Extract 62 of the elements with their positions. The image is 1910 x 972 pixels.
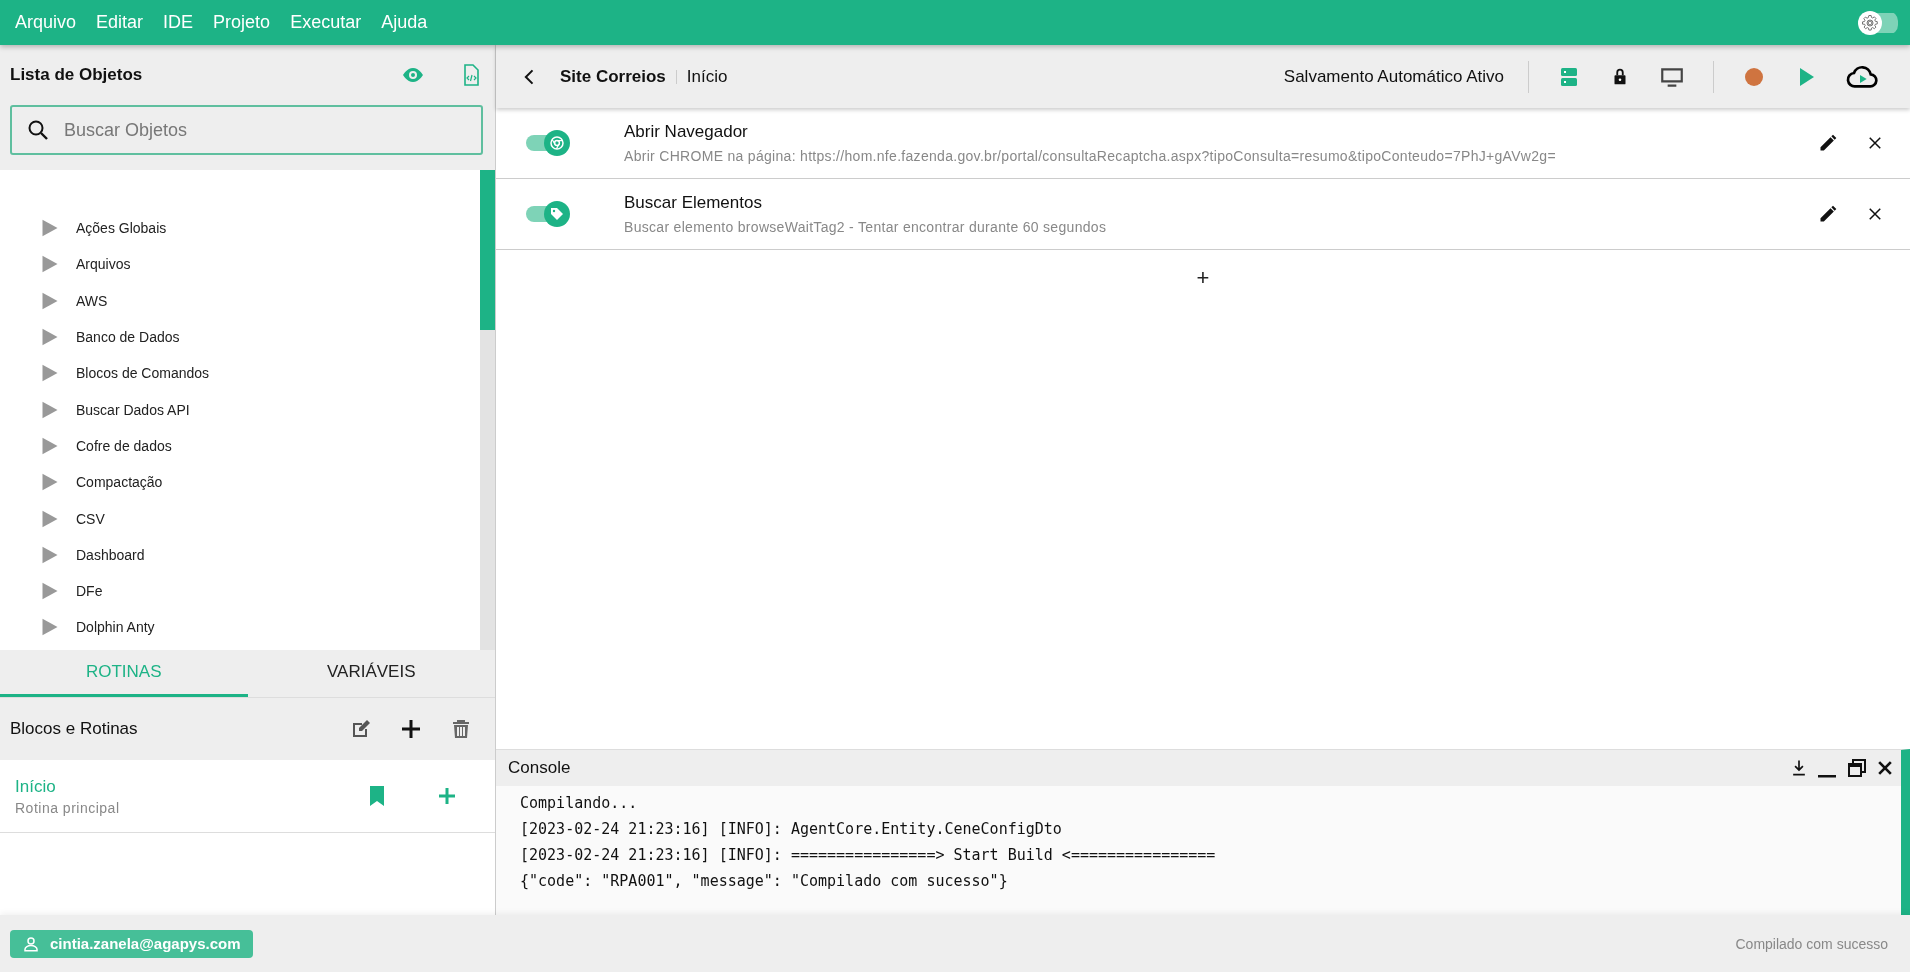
close-icon: [1866, 134, 1884, 152]
expand-triangle-icon[interactable]: [40, 435, 60, 456]
tree-item[interactable]: DFe: [76, 583, 103, 600]
close-button[interactable]: [1866, 205, 1884, 223]
step-description: Abrir CHROME na página: https://hom.nfe.fazenda.gov.br/portal/consultaRecaptcha.aspx?tipoConsulta=resumo&tipoConteudo=7PhJ+gAVw2g=: [624, 148, 1557, 164]
section-title: Blocos e Rotinas: [10, 719, 139, 739]
tag-icon: [549, 206, 565, 222]
add-step-button[interactable]: +: [1190, 264, 1216, 292]
tree-item[interactable]: Ações Globais: [76, 220, 167, 237]
expand-triangle-icon[interactable]: [40, 363, 60, 384]
expand-triangle-icon[interactable]: [40, 472, 60, 493]
expand-triangle-icon[interactable]: [40, 290, 60, 311]
console-line: [2023-02-24 21:23:16] [INFO]: ================> Start Build <================: [520, 845, 1217, 866]
tree-item[interactable]: Cofre de dados: [76, 437, 172, 454]
restore-icon[interactable]: [1845, 756, 1869, 780]
tree-item[interactable]: Blocos de Comandos: [76, 365, 210, 382]
expand-triangle-icon[interactable]: [40, 218, 60, 239]
status-message: Compilado com sucesso: [1735, 935, 1888, 952]
expand-triangle-icon[interactable]: [40, 581, 60, 602]
step-toggle[interactable]: [526, 201, 570, 227]
tree-item[interactable]: CSV: [76, 510, 105, 527]
tree-item[interactable]: AWS: [76, 292, 108, 309]
search-icon: [26, 118, 50, 142]
settings-toggle[interactable]: [1858, 10, 1898, 35]
step-title: Abrir Navegador: [624, 122, 749, 142]
tree-item[interactable]: Arquivos: [76, 256, 131, 273]
close-icon: [1866, 205, 1884, 223]
console-line: [2023-02-24 21:23:16] [INFO]: AgentCore.Entity.CeneConfigDto: [520, 819, 1063, 840]
breadcrumb-item[interactable]: Início: [686, 66, 728, 87]
expand-triangle-icon[interactable]: [40, 254, 60, 275]
plus-icon[interactable]: [399, 717, 423, 741]
step-description: Buscar elemento browseWaitTag2 - Tentar encontrar durante 60 segundos: [624, 219, 1108, 235]
expand-triangle-icon[interactable]: [40, 508, 60, 529]
tree-item[interactable]: Compactação: [76, 474, 163, 491]
person-icon: [22, 934, 40, 953]
console-title: Console: [508, 758, 572, 778]
pencil-icon: [1818, 204, 1838, 224]
breadcrumb-item[interactable]: Site Correios: [560, 66, 666, 87]
close-button[interactable]: [1866, 134, 1884, 152]
scrollbar-thumb[interactable]: [480, 170, 495, 330]
tree-item[interactable]: Dashboard: [76, 546, 145, 563]
step-toggle[interactable]: [526, 130, 570, 156]
search-field[interactable]: Buscar Objetos: [10, 105, 483, 155]
expand-triangle-icon[interactable]: [40, 617, 60, 638]
edit-button[interactable]: [1818, 133, 1838, 153]
expand-triangle-icon[interactable]: [40, 327, 60, 348]
panel-title: Lista de Objetos: [10, 65, 144, 85]
autosave-status: Salvamento Automático Ativo: [1283, 66, 1504, 87]
browser-logo-icon: [548, 134, 566, 152]
expand-triangle-icon[interactable]: [40, 399, 60, 420]
routine-description: Rotina principal: [15, 799, 121, 816]
tree-item[interactable]: Dolphin Anty: [76, 619, 155, 636]
console-line: Compilando...: [520, 793, 639, 814]
tree-item[interactable]: Banco de Dados: [76, 329, 180, 346]
tab[interactable]: VARIÁVEIS: [247, 650, 495, 697]
gear-icon: [1861, 13, 1879, 32]
tree-item[interactable]: Buscar Dados API: [76, 401, 190, 418]
pencil-icon: [1818, 133, 1838, 153]
console-line: {"code": "RPA001", "message": "Compilado com sucesso"}: [520, 871, 1009, 892]
edit-button[interactable]: [1818, 204, 1838, 224]
expand-triangle-icon[interactable]: [40, 544, 60, 565]
step-title: Buscar Elementos: [624, 193, 763, 213]
